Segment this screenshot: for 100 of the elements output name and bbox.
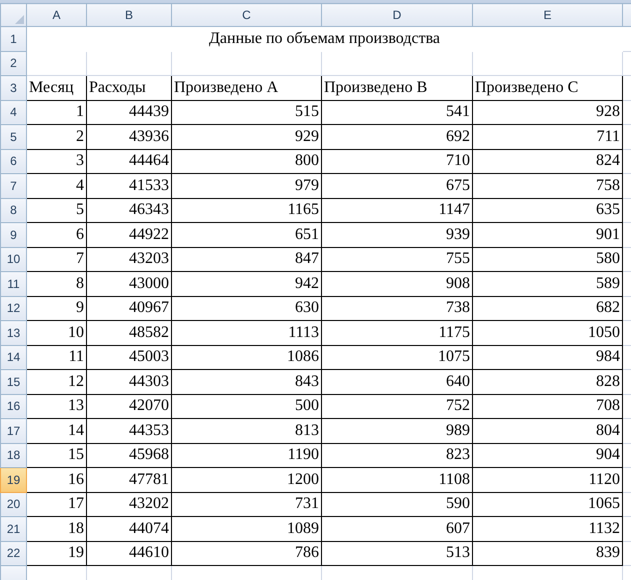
table-cell: 500 <box>172 394 322 418</box>
table-cell: 630 <box>172 296 322 320</box>
column-header[interactable]: C <box>172 4 322 26</box>
table-cell: 1147 <box>322 198 472 222</box>
table-cell: 18 <box>26 516 86 541</box>
table-cell: 42070 <box>86 394 172 418</box>
table-cell: 908 <box>322 272 472 296</box>
row-header[interactable]: 1 <box>0 26 26 51</box>
column-header[interactable]: E <box>472 4 622 26</box>
table-cell: 731 <box>172 492 322 516</box>
table-cell: 823 <box>322 443 472 468</box>
table-cell: 640 <box>322 370 472 394</box>
row-header[interactable]: 18 <box>0 443 26 468</box>
row-header[interactable]: 20 <box>0 492 26 516</box>
table-cell: 1075 <box>322 345 472 370</box>
row-header[interactable]: 3 <box>0 76 26 100</box>
table-cell: 1089 <box>172 516 322 541</box>
table-cell: 589 <box>472 272 622 296</box>
row-header[interactable]: 8 <box>0 198 26 222</box>
table-cell: 904 <box>472 443 622 468</box>
table-cell: 635 <box>472 198 622 222</box>
table-cell: 1165 <box>172 198 322 222</box>
table-cell: 1065 <box>472 492 622 516</box>
table-cell: 1190 <box>172 443 322 468</box>
row-header[interactable]: 5 <box>0 124 26 149</box>
table-cell: 984 <box>472 345 622 370</box>
row-header[interactable]: 7 <box>0 174 26 198</box>
table-cell: 786 <box>172 541 322 566</box>
table-cell: 43202 <box>86 492 172 516</box>
table-cell: 46343 <box>86 198 172 222</box>
table-cell: 44074 <box>86 516 172 541</box>
table-cell: 1200 <box>172 468 322 492</box>
table-cell: 1175 <box>322 320 472 345</box>
table-cell: 682 <box>472 296 622 320</box>
table-cell: 2 <box>26 124 86 149</box>
table-cell: 7 <box>26 247 86 272</box>
table-cell: 9 <box>26 296 86 320</box>
select-all-corner[interactable] <box>0 4 26 26</box>
table-cell: 3 <box>26 149 86 174</box>
row-header[interactable]: 11 <box>0 272 26 296</box>
table-cell: 755 <box>322 247 472 272</box>
table-cell: 692 <box>322 124 472 149</box>
row-header[interactable]: 22 <box>0 541 26 566</box>
column-heading: Расходы <box>86 76 172 100</box>
table-cell: 843 <box>172 370 322 394</box>
table-cell: 710 <box>322 149 472 174</box>
table-cell: 989 <box>322 418 472 443</box>
table-cell: 847 <box>172 247 322 272</box>
table-cell: 16 <box>26 468 86 492</box>
table-cell: 4 <box>26 174 86 198</box>
table-cell: 43936 <box>86 124 172 149</box>
table-cell: 1120 <box>472 468 622 492</box>
table-cell: 939 <box>322 222 472 247</box>
table-cell: 513 <box>322 541 472 566</box>
row-header[interactable]: 2 <box>0 51 26 76</box>
table-cell: 8 <box>26 272 86 296</box>
table-cell: 1086 <box>172 345 322 370</box>
row-header[interactable]: 15 <box>0 370 26 394</box>
table-cell: 43000 <box>86 272 172 296</box>
table-cell: 44610 <box>86 541 172 566</box>
table-cell: 40967 <box>86 296 172 320</box>
table-cell: 44353 <box>86 418 172 443</box>
table-cell: 48582 <box>86 320 172 345</box>
table-cell: 752 <box>322 394 472 418</box>
table-cell: 44439 <box>86 100 172 124</box>
column-header[interactable]: B <box>86 4 172 26</box>
row-header[interactable]: 16 <box>0 394 26 418</box>
triangle-icon <box>15 15 24 24</box>
table-cell: 1108 <box>322 468 472 492</box>
table-cell: 45968 <box>86 443 172 468</box>
row-header[interactable]: 19 <box>0 468 26 492</box>
table-cell: 11 <box>26 345 86 370</box>
row-header[interactable]: 14 <box>0 345 26 370</box>
row-header[interactable]: 13 <box>0 320 26 345</box>
row-header[interactable]: 21 <box>0 516 26 541</box>
table-cell: 590 <box>322 492 472 516</box>
column-header[interactable]: D <box>322 4 472 26</box>
table-cell: 541 <box>322 100 472 124</box>
table-cell: 942 <box>172 272 322 296</box>
table-cell: 828 <box>472 370 622 394</box>
table-cell: 1050 <box>472 320 622 345</box>
column-heading: Произведено C <box>472 76 622 100</box>
table-cell: 13 <box>26 394 86 418</box>
row-header[interactable]: 10 <box>0 247 26 272</box>
table-cell: 813 <box>172 418 322 443</box>
row-header[interactable]: 6 <box>0 149 26 174</box>
table-cell: 839 <box>472 541 622 566</box>
table-cell: 901 <box>472 222 622 247</box>
table-cell: 17 <box>26 492 86 516</box>
table-cell: 6 <box>26 222 86 247</box>
column-header[interactable]: A <box>26 4 86 26</box>
table-cell: 44303 <box>86 370 172 394</box>
table-cell: 928 <box>472 100 622 124</box>
row-header[interactable]: 12 <box>0 296 26 320</box>
row-header[interactable]: 9 <box>0 222 26 247</box>
row-header[interactable]: 4 <box>0 100 26 124</box>
table-cell: 1132 <box>472 516 622 541</box>
table-cell: 607 <box>322 516 472 541</box>
row-header[interactable]: 17 <box>0 418 26 443</box>
table-cell: 800 <box>172 149 322 174</box>
